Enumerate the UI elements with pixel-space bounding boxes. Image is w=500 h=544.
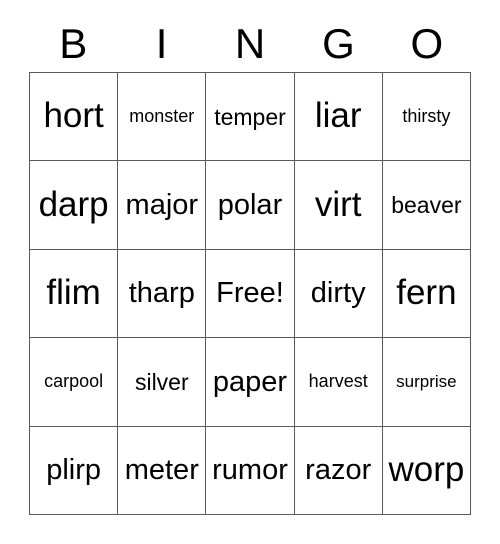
bingo-cell-label: thirsty — [402, 106, 451, 127]
bingo-cell-n1[interactable]: temper — [206, 73, 295, 162]
bingo-grid: hort monster temper liar thirsty darp ma… — [29, 72, 471, 515]
bingo-cell-label: harvest — [308, 371, 368, 392]
bingo-cell-label: rumor — [212, 454, 288, 487]
bingo-cell-label: tharp — [128, 277, 195, 310]
bingo-cell-o3[interactable]: fern — [382, 249, 471, 339]
bingo-cell-g2[interactable]: virt — [294, 161, 383, 250]
bingo-cell-label: dirty — [310, 277, 366, 310]
bingo-cell-label: meter — [124, 454, 199, 487]
bingo-cell-label: hort — [43, 96, 104, 136]
bingo-cell-b4[interactable]: carpool — [30, 338, 119, 427]
bingo-header-row: B I N G O — [29, 18, 471, 70]
bingo-cell-i2[interactable]: major — [118, 161, 207, 250]
bingo-cell-free-space[interactable]: Free! — [206, 249, 295, 339]
bingo-cell-label: razor — [305, 454, 372, 487]
bingo-cell-label: darp — [38, 184, 109, 224]
bingo-cell-i5[interactable]: meter — [118, 426, 207, 515]
bingo-cell-label: liar — [314, 96, 362, 136]
bingo-cell-i1[interactable]: monster — [118, 73, 207, 162]
bingo-card: B I N G O hort monster temper liar thirs… — [0, 0, 500, 544]
bingo-cell-g4[interactable]: harvest — [294, 338, 383, 427]
bingo-cell-label: beaver — [391, 192, 462, 219]
bingo-cell-label: paper — [212, 365, 288, 398]
bingo-cell-o2[interactable]: beaver — [382, 161, 471, 250]
bingo-cell-g1[interactable]: liar — [294, 73, 383, 162]
bingo-free-space-label: Free! — [216, 277, 284, 310]
bingo-cell-label: monster — [129, 106, 195, 127]
bingo-cell-b3[interactable]: flim — [30, 249, 119, 339]
bingo-cell-b2[interactable]: darp — [30, 161, 119, 250]
bingo-header-letter-b: B — [59, 20, 88, 67]
bingo-cell-label: major — [125, 188, 199, 221]
bingo-cell-i3[interactable]: tharp — [118, 249, 207, 339]
bingo-cell-label: surprise — [396, 371, 457, 391]
bingo-header-letter-o: O — [410, 20, 444, 67]
bingo-cell-o5[interactable]: worp — [382, 426, 471, 515]
bingo-cell-o1[interactable]: thirsty — [382, 73, 471, 162]
bingo-cell-i4[interactable]: silver — [118, 338, 207, 427]
bingo-cell-b1[interactable]: hort — [30, 73, 119, 162]
bingo-header-letter-n: N — [234, 20, 266, 67]
bingo-cell-label: virt — [314, 184, 362, 224]
bingo-cell-n5[interactable]: rumor — [206, 426, 295, 515]
bingo-cell-label: fern — [396, 273, 457, 313]
bingo-header-letter-i: I — [155, 20, 168, 67]
bingo-header-letter-g: G — [322, 20, 355, 67]
bingo-cell-label: worp — [388, 449, 465, 489]
bingo-cell-label: silver — [134, 368, 189, 395]
bingo-cell-label: carpool — [44, 371, 104, 392]
bingo-cell-g5[interactable]: razor — [294, 426, 383, 515]
bingo-cell-o4[interactable]: surprise — [382, 338, 471, 427]
bingo-cell-n4[interactable]: paper — [206, 338, 295, 427]
bingo-cell-label: temper — [214, 103, 286, 130]
bingo-cell-b5[interactable]: plirp — [30, 426, 119, 515]
bingo-cell-g3[interactable]: dirty — [294, 249, 383, 339]
bingo-cell-label: flim — [46, 273, 101, 313]
bingo-cell-label: polar — [217, 188, 283, 221]
bingo-cell-label: plirp — [46, 454, 101, 487]
bingo-cell-n2[interactable]: polar — [206, 161, 295, 250]
